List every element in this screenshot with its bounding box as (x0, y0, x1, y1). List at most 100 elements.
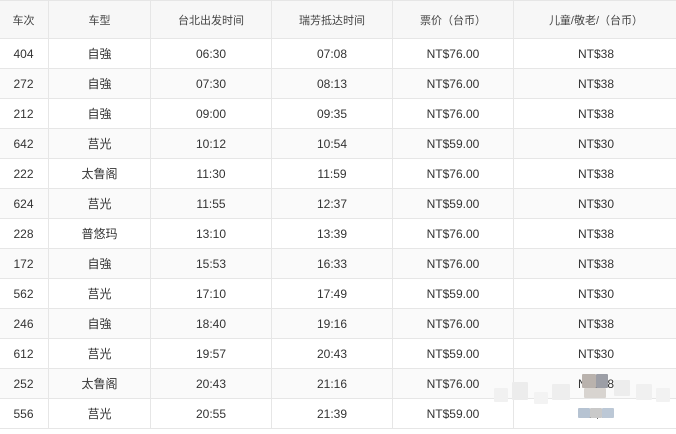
cell-train-number: 612 (0, 338, 49, 369)
cell-train-number: 404 (0, 38, 49, 69)
cell-departure-time: 15:53 (150, 248, 272, 279)
table-row: 246 自強 18:40 19:16 NT$76.00 NT$38 (0, 308, 676, 339)
cell-fare: NT$59.00 (392, 128, 514, 159)
cell-arrival-time: 16:33 (271, 248, 393, 279)
cell-concession-fare: NT$30 (513, 398, 676, 429)
cell-fare: NT$76.00 (392, 158, 514, 189)
cell-departure-time: 19:57 (150, 338, 272, 369)
table-header: 车次 车型 台北出发时间 瑞芳抵达时间 票价（台币） 儿童/敬老/（台币） (0, 0, 676, 39)
cell-arrival-time: 12:37 (271, 188, 393, 219)
cell-arrival-time: 08:13 (271, 68, 393, 99)
cell-fare: NT$59.00 (392, 278, 514, 309)
cell-departure-time: 17:10 (150, 278, 272, 309)
cell-departure-time: 06:30 (150, 38, 272, 69)
cell-arrival-time: 09:35 (271, 98, 393, 129)
cell-train-type: 莒光 (48, 398, 151, 429)
cell-train-number: 246 (0, 308, 49, 339)
cell-departure-time: 20:43 (150, 368, 272, 399)
cell-train-type: 自強 (48, 308, 151, 339)
cell-arrival-time: 17:49 (271, 278, 393, 309)
cell-train-type: 莒光 (48, 278, 151, 309)
cell-train-number: 228 (0, 218, 49, 249)
table-row: 404 自強 06:30 07:08 NT$76.00 NT$38 (0, 38, 676, 69)
cell-arrival-time: 07:08 (271, 38, 393, 69)
cell-fare: NT$76.00 (392, 68, 514, 99)
cell-fare: NT$76.00 (392, 98, 514, 129)
cell-fare: NT$59.00 (392, 188, 514, 219)
cell-train-number: 252 (0, 368, 49, 399)
header-row: 车次 车型 台北出发时间 瑞芳抵达时间 票价（台币） 儿童/敬老/（台币） (0, 0, 676, 39)
cell-train-number: 624 (0, 188, 49, 219)
train-schedule-table: 车次 车型 台北出发时间 瑞芳抵达时间 票价（台币） 儿童/敬老/（台币） 40… (0, 0, 676, 429)
table-row: 222 太鲁阁 11:30 11:59 NT$76.00 NT$38 (0, 158, 676, 189)
cell-fare: NT$76.00 (392, 248, 514, 279)
cell-train-type: 太鲁阁 (48, 368, 151, 399)
cell-concession-fare: NT$38 (513, 248, 676, 279)
cell-departure-time: 11:55 (150, 188, 272, 219)
cell-train-type: 莒光 (48, 188, 151, 219)
cell-train-number: 212 (0, 98, 49, 129)
cell-arrival-time: 21:16 (271, 368, 393, 399)
cell-train-type: 自強 (48, 98, 151, 129)
cell-train-number: 172 (0, 248, 49, 279)
cell-departure-time: 11:30 (150, 158, 272, 189)
header-train-number: 车次 (0, 0, 49, 39)
header-fare: 票价（台币） (392, 0, 514, 39)
cell-concession-fare: NT$30 (513, 188, 676, 219)
cell-concession-fare: NT$38 (513, 68, 676, 99)
cell-arrival-time: 11:59 (271, 158, 393, 189)
cell-train-type: 普悠玛 (48, 218, 151, 249)
cell-concession-fare: NT$30 (513, 278, 676, 309)
header-train-type: 车型 (48, 0, 151, 39)
cell-train-type: 太鲁阁 (48, 158, 151, 189)
cell-fare: NT$76.00 (392, 38, 514, 69)
cell-concession-fare: NT$38 (513, 308, 676, 339)
table-row: 212 自強 09:00 09:35 NT$76.00 NT$38 (0, 98, 676, 129)
cell-train-number: 562 (0, 278, 49, 309)
cell-departure-time: 07:30 (150, 68, 272, 99)
cell-train-type: 自強 (48, 38, 151, 69)
cell-concession-fare: NT$38 (513, 98, 676, 129)
cell-fare: NT$59.00 (392, 398, 514, 429)
cell-concession-fare: NT$30 (513, 128, 676, 159)
cell-train-type: 莒光 (48, 128, 151, 159)
header-concession-fare: 儿童/敬老/（台币） (513, 0, 676, 39)
cell-arrival-time: 20:43 (271, 338, 393, 369)
table-row: 228 普悠玛 13:10 13:39 NT$76.00 NT$38 (0, 218, 676, 249)
table-row: 642 莒光 10:12 10:54 NT$59.00 NT$30 (0, 128, 676, 159)
table-row: 272 自強 07:30 08:13 NT$76.00 NT$38 (0, 68, 676, 99)
cell-train-number: 642 (0, 128, 49, 159)
cell-fare: NT$59.00 (392, 338, 514, 369)
table-row: 172 自強 15:53 16:33 NT$76.00 NT$38 (0, 248, 676, 279)
cell-train-type: 莒光 (48, 338, 151, 369)
cell-fare: NT$76.00 (392, 308, 514, 339)
cell-arrival-time: 19:16 (271, 308, 393, 339)
cell-train-number: 272 (0, 68, 49, 99)
cell-departure-time: 20:55 (150, 398, 272, 429)
cell-arrival-time: 13:39 (271, 218, 393, 249)
cell-departure-time: 18:40 (150, 308, 272, 339)
table-row: 252 太鲁阁 20:43 21:16 NT$76.00 NT$38 (0, 368, 676, 399)
cell-fare: NT$76.00 (392, 218, 514, 249)
header-ruifang-arrival: 瑞芳抵达时间 (271, 0, 393, 39)
header-taipei-departure: 台北出发时间 (150, 0, 272, 39)
cell-concession-fare: NT$38 (513, 218, 676, 249)
cell-concession-fare: NT$38 (513, 158, 676, 189)
cell-departure-time: 09:00 (150, 98, 272, 129)
cell-fare: NT$76.00 (392, 368, 514, 399)
cell-train-type: 自強 (48, 248, 151, 279)
cell-concession-fare: NT$38 (513, 38, 676, 69)
cell-arrival-time: 10:54 (271, 128, 393, 159)
cell-concession-fare: NT$38 (513, 368, 676, 399)
table-body: 404 自強 06:30 07:08 NT$76.00 NT$38 272 自強 07:30 08… (0, 38, 676, 429)
table-row: 562 莒光 17:10 17:49 NT$59.00 NT$30 (0, 278, 676, 309)
cell-train-number: 222 (0, 158, 49, 189)
cell-departure-time: 13:10 (150, 218, 272, 249)
cell-arrival-time: 21:39 (271, 398, 393, 429)
cell-train-number: 556 (0, 398, 49, 429)
table-row: 612 莒光 19:57 20:43 NT$59.00 NT$30 (0, 338, 676, 369)
cell-train-type: 自強 (48, 68, 151, 99)
cell-departure-time: 10:12 (150, 128, 272, 159)
table-row: 556 莒光 20:55 21:39 NT$59.00 NT$30 (0, 398, 676, 429)
cell-concession-fare: NT$30 (513, 338, 676, 369)
